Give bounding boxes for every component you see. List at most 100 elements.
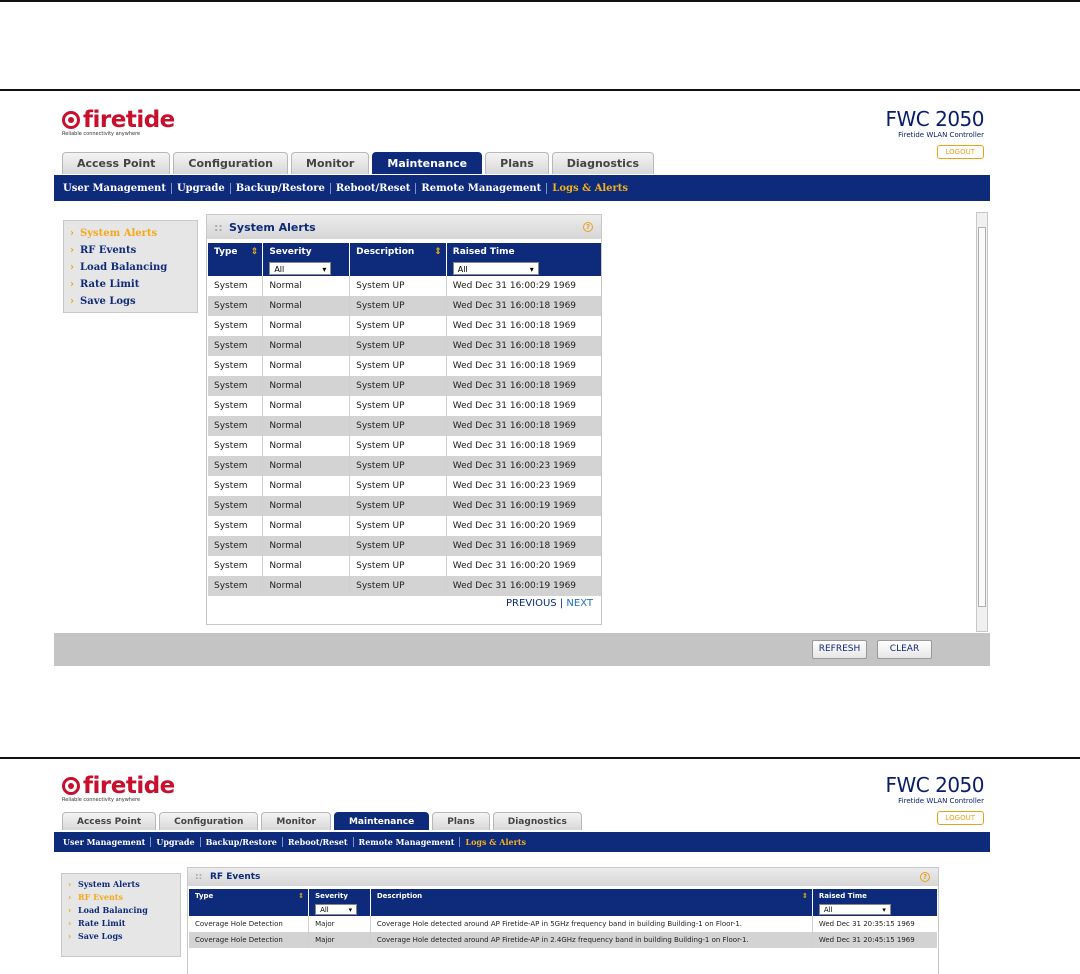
tab-access-point[interactable]: Access Point — [62, 812, 157, 830]
panel-header: :: System Alerts ? — [207, 215, 601, 239]
sub-nav: User Management Upgrade Backup/Restore Rebo… — [54, 832, 990, 852]
page-rule-2 — [0, 757, 1080, 759]
cell-description: System UP — [349, 416, 447, 436]
subnav-reboot-reset[interactable]: Reboot/Reset — [283, 837, 354, 847]
column-header-type[interactable]: Type ⇕ — [189, 889, 310, 903]
table-row[interactable]: System Normal System UP Wed Dec 31 16:00:18… — [208, 396, 601, 416]
next-link[interactable]: NEXT — [566, 598, 593, 609]
column-header-raised-time[interactable]: Raised Time — [446, 243, 601, 260]
subnav-logs-alerts[interactable]: Logs & Alerts — [460, 837, 531, 847]
table-row[interactable]: System Normal System UP Wed Dec 31 16:00:18… — [208, 536, 601, 556]
column-header-severity[interactable]: Severity — [308, 889, 371, 903]
left-nav-system-alerts[interactable]: System Alerts — [64, 225, 197, 242]
tab-access-point[interactable]: Access Point — [62, 152, 171, 174]
refresh-button[interactable]: REFRESH — [812, 640, 867, 659]
help-icon[interactable]: ? — [583, 222, 593, 232]
tab-monitor[interactable]: Monitor — [261, 812, 331, 830]
scrollbar-thumb[interactable] — [978, 227, 986, 607]
tab-plans[interactable]: Plans — [432, 812, 490, 830]
tab-maintenance[interactable]: Maintenance — [372, 152, 483, 174]
table-row[interactable]: System Normal System UP Wed Dec 31 16:00:19… — [208, 576, 601, 596]
severity-filter-select[interactable]: All — [315, 904, 358, 916]
vertical-scrollbar[interactable] — [976, 212, 988, 632]
previous-link[interactable]: PREVIOUS — [506, 598, 557, 609]
tab-configuration[interactable]: Configuration — [173, 152, 289, 174]
sort-icon[interactable]: ⇕ — [802, 892, 808, 900]
subnav-user-management[interactable]: User Management — [58, 837, 152, 847]
logout-button[interactable]: LOGOUT — [936, 811, 984, 825]
clear-button[interactable]: CLEAR — [877, 640, 932, 659]
column-header-description[interactable]: Description ⇕ — [349, 243, 447, 260]
tab-monitor[interactable]: Monitor — [291, 152, 370, 174]
product-block: FWC 2050 Firetide WLAN Controller LOGOUT — [886, 773, 984, 825]
left-nav-load-balancing[interactable]: Load Balancing — [62, 904, 180, 917]
subnav-user-management[interactable]: User Management — [58, 182, 172, 194]
column-header-type[interactable]: Type ⇕ — [208, 243, 264, 260]
table-row[interactable]: System Normal System UP Wed Dec 31 16:00:20… — [208, 556, 601, 576]
table-row[interactable]: System Normal System UP Wed Dec 31 16:00:18… — [208, 376, 601, 396]
tab-plans[interactable]: Plans — [485, 152, 549, 174]
table-row[interactable]: System Normal System UP Wed Dec 31 16:00:23… — [208, 456, 601, 476]
sort-icon[interactable]: ⇕ — [298, 892, 304, 900]
subnav-backup-restore[interactable]: Backup/Restore — [231, 182, 331, 194]
cell-severity: Major — [308, 916, 371, 932]
column-header-severity[interactable]: Severity — [262, 243, 351, 260]
subnav-logs-alerts[interactable]: Logs & Alerts — [547, 183, 633, 194]
left-nav-load-balancing[interactable]: Load Balancing — [64, 259, 197, 276]
table-row[interactable]: System Normal System UP Wed Dec 31 16:00:23… — [208, 476, 601, 496]
column-header-description[interactable]: Description ⇕ — [370, 889, 813, 903]
left-nav-rate-limit[interactable]: Rate Limit — [62, 917, 180, 930]
table-row[interactable]: System Normal System UP Wed Dec 31 16:00:18… — [208, 416, 601, 436]
column-header-label: Type — [195, 892, 214, 900]
column-header-raised-time[interactable]: Raised Time — [812, 889, 937, 903]
subnav-remote-management[interactable]: Remote Management — [354, 837, 461, 847]
subnav-backup-restore[interactable]: Backup/Restore — [201, 837, 283, 847]
product-sub: Firetide WLAN Controller — [898, 797, 984, 805]
main-tabs: Access Point Configuration Monitor Maintena… — [62, 152, 657, 174]
cell-severity: Normal — [262, 436, 351, 456]
raised-time-filter-select[interactable]: All — [818, 904, 891, 916]
left-nav-rf-events[interactable]: RF Events — [62, 891, 180, 904]
left-nav-save-logs[interactable]: Save Logs — [62, 930, 180, 943]
table-row[interactable]: System Normal System UP Wed Dec 31 16:00:18… — [208, 436, 601, 456]
table-row[interactable]: System Normal System UP Wed Dec 31 16:00:18… — [208, 356, 601, 376]
severity-filter-select[interactable]: All — [269, 261, 332, 276]
tab-diagnostics[interactable]: Diagnostics — [551, 152, 655, 174]
subnav-upgrade[interactable]: Upgrade — [172, 182, 231, 194]
cell-type: Coverage Hole Detection — [189, 916, 310, 932]
table-row[interactable]: System Normal System UP Wed Dec 31 16:00:18… — [208, 296, 601, 316]
subnav-upgrade[interactable]: Upgrade — [151, 837, 201, 847]
tab-diagnostics[interactable]: Diagnostics — [492, 812, 582, 830]
table-row[interactable]: System Normal System UP Wed Dec 31 16:00:19… — [208, 496, 601, 516]
pager-separator: | — [559, 598, 564, 609]
table-row[interactable]: System Normal System UP Wed Dec 31 16:00:18… — [208, 336, 601, 356]
rf-events-panel: :: RF Events ? Type ⇕ Severity Description ⇕… — [187, 867, 939, 974]
subnav-remote-management[interactable]: Remote Management — [416, 182, 548, 194]
logout-button[interactable]: LOGOUT — [936, 145, 984, 159]
cell-description: System UP — [349, 436, 447, 456]
left-nav-save-logs[interactable]: Save Logs — [64, 293, 197, 310]
table-row[interactable]: System Normal System UP Wed Dec 31 16:00:20… — [208, 516, 601, 536]
column-header-label: Description — [376, 892, 423, 900]
left-nav-system-alerts[interactable]: System Alerts — [62, 878, 180, 891]
table-row[interactable]: Coverage Hole Detection Major Coverage Hol… — [189, 916, 937, 932]
pager: PREVIOUS | NEXT — [207, 598, 601, 609]
tab-configuration[interactable]: Configuration — [159, 812, 259, 830]
help-icon[interactable]: ? — [920, 872, 930, 882]
table-row[interactable]: System Normal System UP Wed Dec 31 16:00:29… — [208, 276, 601, 296]
table-row[interactable]: System Normal System UP Wed Dec 31 16:00:18… — [208, 316, 601, 336]
cell-severity: Major — [308, 932, 371, 948]
subnav-reboot-reset[interactable]: Reboot/Reset — [331, 182, 417, 194]
table-row[interactable]: Coverage Hole Detection Major Coverage Hol… — [189, 932, 937, 948]
cell-description: System UP — [349, 316, 447, 336]
left-nav-rate-limit[interactable]: Rate Limit — [64, 276, 197, 293]
tab-maintenance[interactable]: Maintenance — [333, 812, 430, 830]
column-header-label: Type — [214, 246, 238, 257]
sort-icon[interactable]: ⇕ — [434, 247, 442, 257]
raised-time-filter-select[interactable]: All — [452, 261, 539, 276]
left-nav-rf-events[interactable]: RF Events — [64, 242, 197, 259]
sort-icon[interactable]: ⇕ — [251, 247, 259, 257]
cell-severity: Normal — [262, 496, 351, 516]
left-nav: System AlertsRF EventsLoad BalancingRate… — [63, 220, 198, 313]
column-header-label: Raised Time — [818, 892, 867, 900]
